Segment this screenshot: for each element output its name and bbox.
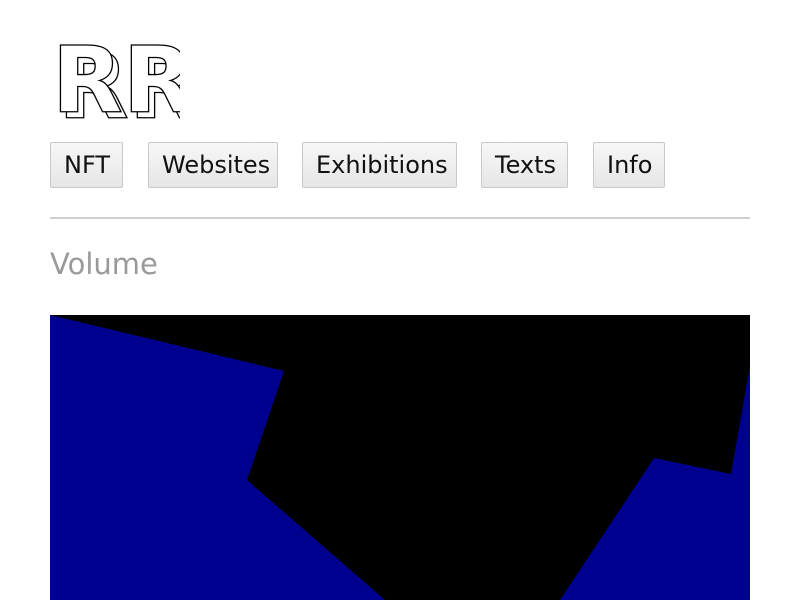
- logo-text: RR: [52, 28, 180, 124]
- nav-exhibitions-button[interactable]: Exhibitions: [302, 142, 457, 188]
- site-logo[interactable]: RR RR: [50, 28, 180, 124]
- nav-nft-button[interactable]: NFT: [50, 142, 123, 188]
- section-title: Volume: [50, 247, 158, 281]
- divider: [50, 217, 750, 219]
- nav-texts-button[interactable]: Texts: [481, 142, 568, 188]
- page: RR RR NFT Websites Exhibitions Texts Inf…: [0, 0, 800, 600]
- nav-info-button[interactable]: Info: [593, 142, 665, 188]
- artwork-image[interactable]: [50, 315, 750, 600]
- nav-websites-button[interactable]: Websites: [148, 142, 278, 188]
